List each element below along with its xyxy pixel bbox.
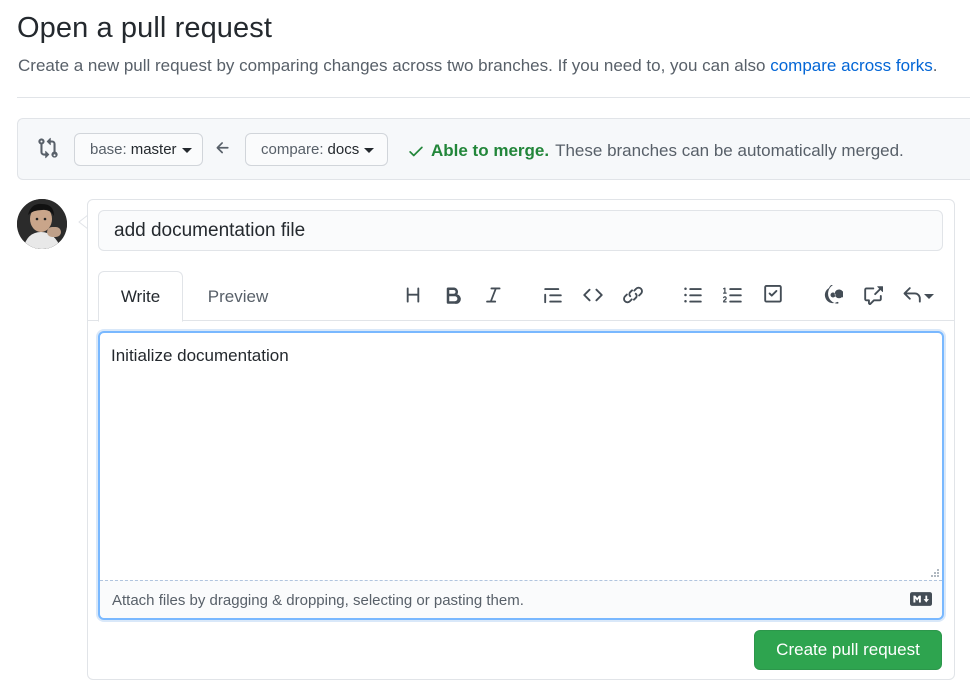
pull-request-form: Write Preview Initialize documentation xyxy=(87,199,955,680)
git-compare-icon xyxy=(38,137,58,159)
reply-icon[interactable] xyxy=(900,282,936,308)
caret-down-icon xyxy=(924,293,934,299)
attach-files-bar[interactable]: Attach files by dragging & dropping, sel… xyxy=(100,580,942,618)
arrow-left-icon xyxy=(216,142,229,154)
attach-files-text[interactable]: Attach files by dragging & dropping, sel… xyxy=(112,592,524,609)
quote-icon[interactable] xyxy=(540,282,566,308)
range-editor: base: master compare: docs Able to merge… xyxy=(17,118,970,180)
merge-detail-text: These branches can be automatically merg… xyxy=(555,141,904,160)
compare-branch-select[interactable]: compare: docs xyxy=(245,133,388,166)
caret-down-icon xyxy=(364,148,375,153)
italic-icon[interactable] xyxy=(480,282,506,308)
subtitle-text: Create a new pull request by comparing c… xyxy=(18,56,771,75)
cross-reference-icon[interactable] xyxy=(860,282,886,308)
pr-body-editor[interactable]: Initialize documentation Attach files by… xyxy=(98,331,944,620)
compare-across-forks-link[interactable]: compare across forks xyxy=(770,56,933,75)
base-label: base: xyxy=(90,141,127,158)
numbered-list-icon[interactable] xyxy=(720,282,746,308)
base-branch-select[interactable]: base: master xyxy=(74,133,203,166)
avatar[interactable] xyxy=(17,199,67,249)
task-list-icon[interactable] xyxy=(760,282,786,308)
avatar-image xyxy=(17,199,67,249)
markdown-icon[interactable] xyxy=(910,592,932,606)
resize-grip-icon[interactable] xyxy=(930,568,940,578)
subtitle-period: . xyxy=(932,56,938,75)
compare-label: compare: xyxy=(261,141,324,158)
compare-branch-name: docs xyxy=(327,141,360,158)
tab-write[interactable]: Write xyxy=(98,271,183,322)
base-branch-name: master xyxy=(130,141,177,158)
bullet-list-icon[interactable] xyxy=(680,282,706,308)
check-icon xyxy=(409,146,423,157)
caret-down-icon xyxy=(181,148,192,153)
link-icon[interactable] xyxy=(620,282,646,308)
page-title: Open a pull request xyxy=(17,12,273,44)
merge-status: Able to merge. These branches can be aut… xyxy=(407,141,904,161)
create-pull-request-button[interactable]: Create pull request xyxy=(754,630,942,670)
merge-ok-text: Able to merge. xyxy=(431,141,550,160)
bold-icon[interactable] xyxy=(440,282,466,308)
mention-icon[interactable] xyxy=(820,282,846,308)
heading-icon[interactable] xyxy=(400,282,426,308)
pr-body-textarea[interactable]: Initialize documentation xyxy=(111,346,289,366)
page-subtitle: Create a new pull request by comparing c… xyxy=(18,56,937,76)
pr-title-input[interactable] xyxy=(98,210,943,251)
tab-preview[interactable]: Preview xyxy=(192,271,284,322)
code-icon[interactable] xyxy=(580,282,606,308)
header-divider xyxy=(17,97,970,98)
